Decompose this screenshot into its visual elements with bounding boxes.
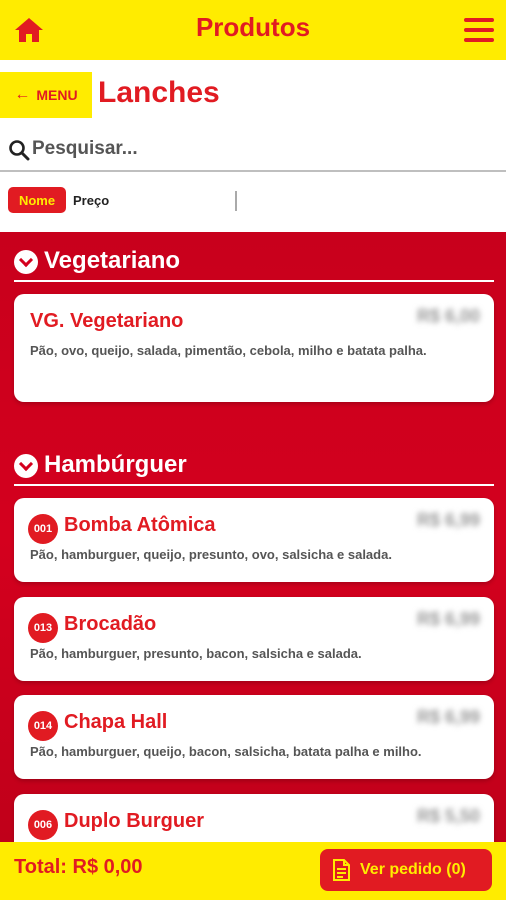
search-bar: [0, 126, 506, 172]
product-price: R$ 6,99: [416, 609, 480, 629]
product-name: Duplo Burguer: [64, 810, 204, 832]
product-description: Pão, hamburguer, queijo, presunto, ovo, …: [30, 547, 392, 562]
search-input[interactable]: [32, 132, 492, 166]
product-description: Pão, ovo, queijo, salada, pimentão, cebo…: [30, 343, 427, 358]
product-description: Pão, hamburguer, presunto, bacon, salsic…: [30, 646, 362, 661]
chevron-down-icon: [14, 250, 38, 274]
sort-bar: Nome Preço: [0, 172, 506, 232]
sort-by-price-button[interactable]: Preço: [73, 187, 109, 213]
category-header-vegetariano[interactable]: Vegetariano: [14, 238, 494, 282]
product-name: Bomba Atômica: [64, 514, 216, 536]
category-header-hamburguer[interactable]: Hambúrguer: [14, 442, 494, 486]
product-card[interactable]: 014 Chapa Hall R$ 6,99 Pão, hamburguer, …: [14, 695, 494, 779]
product-code-badge: 006: [28, 810, 58, 840]
app-title: Produtos: [195, 12, 311, 42]
product-name: Brocadão: [64, 613, 157, 635]
product-price: R$ 6,99: [416, 707, 480, 727]
product-code-badge: 013: [28, 613, 58, 643]
back-menu-label: MENU: [36, 87, 78, 103]
order-total: Total: R$ 0,00: [14, 856, 143, 878]
product-price: R$ 5,50: [416, 806, 480, 826]
product-card[interactable]: 001 Bomba Atômica R$ 6,99 Pão, hamburgue…: [14, 498, 494, 582]
bottom-bar: Total: R$ 0,00 Ver pedido (0): [0, 842, 506, 900]
category-label: Vegetariano: [44, 247, 181, 274]
view-order-button[interactable]: Ver pedido (0): [320, 849, 492, 891]
product-code-badge: 001: [28, 514, 58, 544]
category-label: Hambúrguer: [44, 451, 187, 478]
hamburger-menu-icon[interactable]: [464, 18, 494, 44]
product-description: Pão, hamburguer, queijo, bacon, salsicha…: [30, 744, 422, 759]
back-menu-button[interactable]: ← MENU: [0, 72, 92, 118]
search-icon: [9, 140, 30, 161]
product-price: R$ 6,00: [416, 306, 480, 326]
document-icon: [333, 859, 350, 881]
sort-by-name-button[interactable]: Nome: [8, 187, 66, 213]
top-bar: Produtos: [0, 0, 506, 60]
chevron-down-icon: [14, 454, 38, 478]
product-list[interactable]: Vegetariano VG. Vegetariano R$ 6,00 Pão,…: [0, 232, 506, 842]
product-name: Chapa Hall: [64, 711, 168, 733]
page-title: Lanches: [98, 76, 220, 109]
product-card[interactable]: 006 Duplo Burguer R$ 5,50: [14, 794, 494, 842]
product-code-badge: 014: [28, 711, 58, 741]
product-price: R$ 6,99: [416, 510, 480, 530]
view-order-label: Ver pedido (0): [360, 861, 466, 878]
subheader: ← MENU Lanches: [0, 60, 506, 126]
divider: [235, 191, 237, 211]
arrow-left-icon: ←: [14, 86, 31, 103]
product-card[interactable]: VG. Vegetariano R$ 6,00 Pão, ovo, queijo…: [14, 294, 494, 402]
product-card[interactable]: 013 Brocadão R$ 6,99 Pão, hamburguer, pr…: [14, 597, 494, 681]
product-name: VG. Vegetariano: [30, 310, 184, 332]
